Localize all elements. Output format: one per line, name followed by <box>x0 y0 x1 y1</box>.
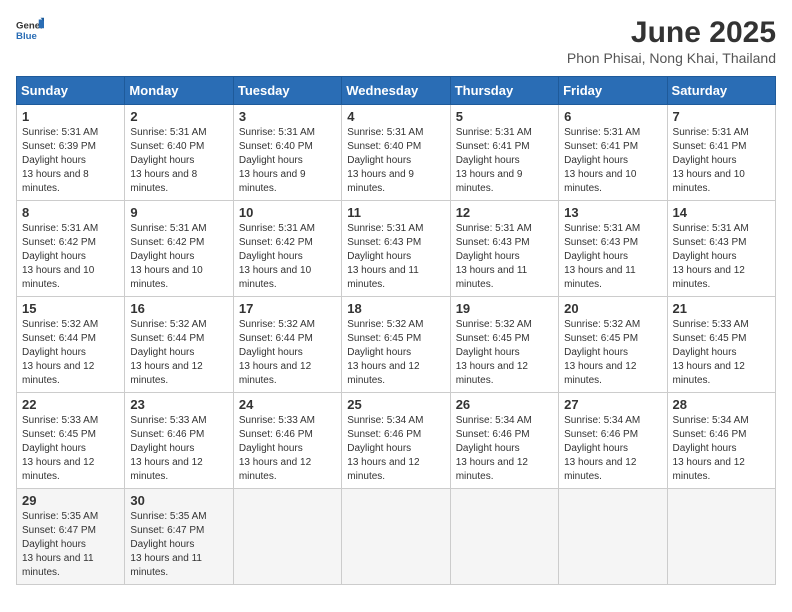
day-1: 1 Sunrise: 5:31 AMSunset: 6:39 PMDayligh… <box>17 105 125 201</box>
table-row: 26 Sunrise: 5:34 AMSunset: 6:46 PMDaylig… <box>450 393 558 489</box>
header-row: Sunday Monday Tuesday Wednesday Thursday… <box>17 77 776 105</box>
table-row: 10 Sunrise: 5:31 AMSunset: 6:42 PMDaylig… <box>233 201 341 297</box>
table-row: 27 Sunrise: 5:34 AMSunset: 6:46 PMDaylig… <box>559 393 667 489</box>
col-wednesday: Wednesday <box>342 77 450 105</box>
table-row: 13 Sunrise: 5:31 AMSunset: 6:43 PMDaylig… <box>559 201 667 297</box>
subtitle: Phon Phisai, Nong Khai, Thailand <box>567 50 776 66</box>
table-row: 25 Sunrise: 5:34 AMSunset: 6:46 PMDaylig… <box>342 393 450 489</box>
table-row: 12 Sunrise: 5:31 AMSunset: 6:43 PMDaylig… <box>450 201 558 297</box>
col-thursday: Thursday <box>450 77 558 105</box>
table-row: 20 Sunrise: 5:32 AMSunset: 6:45 PMDaylig… <box>559 297 667 393</box>
table-row: 9 Sunrise: 5:31 AMSunset: 6:42 PMDayligh… <box>125 201 233 297</box>
table-row: 19 Sunrise: 5:32 AMSunset: 6:45 PMDaylig… <box>450 297 558 393</box>
table-row: 28 Sunrise: 5:34 AMSunset: 6:46 PMDaylig… <box>667 393 775 489</box>
main-title: June 2025 <box>567 16 776 50</box>
table-row: 23 Sunrise: 5:33 AMSunset: 6:46 PMDaylig… <box>125 393 233 489</box>
table-row <box>667 489 775 585</box>
col-monday: Monday <box>125 77 233 105</box>
logo: General Blue <box>16 16 44 44</box>
table-row: 6 Sunrise: 5:31 AMSunset: 6:41 PMDayligh… <box>559 105 667 201</box>
table-row: 14 Sunrise: 5:31 AMSunset: 6:43 PMDaylig… <box>667 201 775 297</box>
table-row: 3 Sunrise: 5:31 AMSunset: 6:40 PMDayligh… <box>233 105 341 201</box>
page-header: General Blue June 2025 Phon Phisai, Nong… <box>16 16 776 66</box>
table-row <box>559 489 667 585</box>
table-row: 22 Sunrise: 5:33 AMSunset: 6:45 PMDaylig… <box>17 393 125 489</box>
table-row: 16 Sunrise: 5:32 AMSunset: 6:44 PMDaylig… <box>125 297 233 393</box>
week-row-2: 8 Sunrise: 5:31 AMSunset: 6:42 PMDayligh… <box>17 201 776 297</box>
table-row <box>450 489 558 585</box>
table-row: 5 Sunrise: 5:31 AMSunset: 6:41 PMDayligh… <box>450 105 558 201</box>
table-row: 11 Sunrise: 5:31 AMSunset: 6:43 PMDaylig… <box>342 201 450 297</box>
week-row-5: 29 Sunrise: 5:35 AMSunset: 6:47 PMDaylig… <box>17 489 776 585</box>
table-row: 8 Sunrise: 5:31 AMSunset: 6:42 PMDayligh… <box>17 201 125 297</box>
table-row <box>233 489 341 585</box>
col-tuesday: Tuesday <box>233 77 341 105</box>
table-row: 4 Sunrise: 5:31 AMSunset: 6:40 PMDayligh… <box>342 105 450 201</box>
table-row: 18 Sunrise: 5:32 AMSunset: 6:45 PMDaylig… <box>342 297 450 393</box>
table-row: 2 Sunrise: 5:31 AMSunset: 6:40 PMDayligh… <box>125 105 233 201</box>
table-row <box>342 489 450 585</box>
table-row: 7 Sunrise: 5:31 AMSunset: 6:41 PMDayligh… <box>667 105 775 201</box>
col-friday: Friday <box>559 77 667 105</box>
week-row-1: 1 Sunrise: 5:31 AMSunset: 6:39 PMDayligh… <box>17 105 776 201</box>
title-area: June 2025 Phon Phisai, Nong Khai, Thaila… <box>567 16 776 66</box>
table-row: 15 Sunrise: 5:32 AMSunset: 6:44 PMDaylig… <box>17 297 125 393</box>
table-row: 24 Sunrise: 5:33 AMSunset: 6:46 PMDaylig… <box>233 393 341 489</box>
col-saturday: Saturday <box>667 77 775 105</box>
svg-text:Blue: Blue <box>16 31 37 42</box>
table-row: 17 Sunrise: 5:32 AMSunset: 6:44 PMDaylig… <box>233 297 341 393</box>
calendar-table: Sunday Monday Tuesday Wednesday Thursday… <box>16 76 776 585</box>
logo-icon: General Blue <box>16 16 44 44</box>
table-row: 30 Sunrise: 5:35 AMSunset: 6:47 PMDaylig… <box>125 489 233 585</box>
table-row: 21 Sunrise: 5:33 AMSunset: 6:45 PMDaylig… <box>667 297 775 393</box>
week-row-3: 15 Sunrise: 5:32 AMSunset: 6:44 PMDaylig… <box>17 297 776 393</box>
week-row-4: 22 Sunrise: 5:33 AMSunset: 6:45 PMDaylig… <box>17 393 776 489</box>
table-row: 29 Sunrise: 5:35 AMSunset: 6:47 PMDaylig… <box>17 489 125 585</box>
col-sunday: Sunday <box>17 77 125 105</box>
